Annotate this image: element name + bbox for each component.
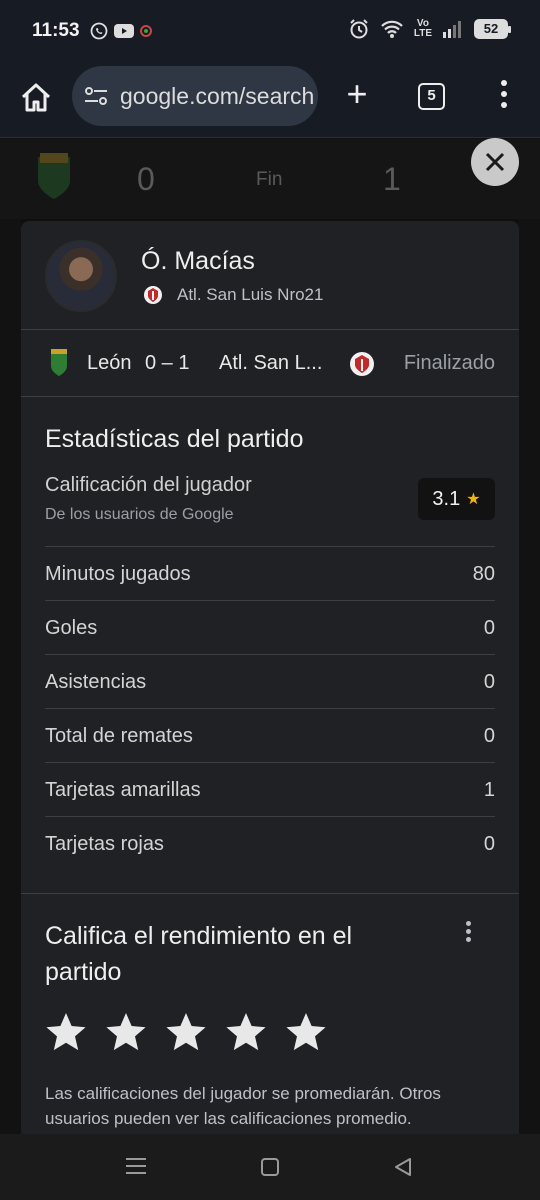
rate-more-options-button[interactable] xyxy=(461,921,475,945)
star-1-button[interactable] xyxy=(45,1011,87,1053)
stat-value: 0 xyxy=(483,617,495,639)
battery-icon: 52 xyxy=(474,19,511,39)
player-avatar xyxy=(45,240,117,312)
browser-toolbar: google.com/search + 5 xyxy=(0,64,540,138)
match-summary-row[interactable]: León 0 – 1 Atl. San L... Finalizado xyxy=(21,331,519,397)
stat-value: 1 xyxy=(483,779,495,801)
player-card: Ó. Macías Atl. San Luis Nro21 León 0 – 1… xyxy=(21,221,519,1134)
stat-row: Minutos jugados 80 xyxy=(45,546,495,600)
star-5-button[interactable] xyxy=(285,1011,327,1053)
url-text: google.com/search xyxy=(120,83,315,109)
browser-menu-button[interactable] xyxy=(494,80,514,114)
stat-row: Tarjetas amarillas 1 xyxy=(45,762,495,816)
stats-title: Estadísticas del partido xyxy=(45,425,304,453)
whatsapp-icon xyxy=(90,22,108,40)
youtube-icon xyxy=(114,24,134,38)
leon-crest-icon xyxy=(51,349,67,376)
stats-table: Minutos jugados 80 Goles 0 Asistencias 0… xyxy=(45,546,495,870)
alarm-icon xyxy=(350,19,368,39)
stat-label: Asistencias xyxy=(45,671,147,693)
backdrop-right xyxy=(519,219,540,1134)
close-icon xyxy=(485,152,505,172)
player-club: Atl. San Luis Nro21 xyxy=(177,285,324,304)
rating-label: Calificación del jugador xyxy=(45,474,252,496)
backdrop-left xyxy=(0,219,21,1134)
home-nav-button[interactable] xyxy=(261,1158,279,1176)
site-settings-icon[interactable] xyxy=(84,86,108,106)
away-team-name: Atl. San L... xyxy=(219,352,323,374)
scoreboard-away-score: 1 xyxy=(383,161,401,197)
scoreboard-status: Fin xyxy=(256,169,283,190)
rating-value: 3.1 xyxy=(432,487,461,510)
stat-label: Tarjetas rojas xyxy=(45,833,164,855)
stat-label: Tarjetas amarillas xyxy=(45,779,201,801)
section-divider xyxy=(21,893,519,894)
stat-row: Tarjetas rojas 0 xyxy=(45,816,495,870)
volte-indicator: Vo LTE xyxy=(413,18,432,39)
stat-row: Goles 0 xyxy=(45,600,495,654)
star-2-button[interactable] xyxy=(105,1011,147,1053)
stat-value: 0 xyxy=(483,671,495,693)
home-icon[interactable] xyxy=(18,80,54,116)
back-button[interactable] xyxy=(393,1156,413,1178)
san-luis-crest-icon xyxy=(144,286,162,304)
close-button[interactable] xyxy=(471,138,519,186)
rating-badge: 3.1 ★ xyxy=(418,478,495,520)
stat-label: Minutos jugados xyxy=(45,563,191,585)
stat-value: 0 xyxy=(483,725,495,747)
background-scoreboard: 0 Fin 1 xyxy=(0,139,540,219)
stat-label: Goles xyxy=(45,617,98,639)
star-3-button[interactable] xyxy=(165,1011,207,1053)
scoreboard-home-score: 0 xyxy=(137,161,155,197)
leon-crest-icon xyxy=(38,153,70,199)
signal-icon xyxy=(443,21,461,38)
home-team-name: León xyxy=(87,352,132,374)
stat-row: Total de remates 0 xyxy=(45,708,495,762)
rate-title: Califica el rendimiento en el partido xyxy=(45,922,353,986)
player-header: Ó. Macías Atl. San Luis Nro21 xyxy=(21,221,519,330)
system-nav-bar xyxy=(0,1134,540,1200)
rating-source: De los usuarios de Google xyxy=(45,506,234,523)
stat-value: 80 xyxy=(472,563,495,585)
tab-switcher-button[interactable]: 5 xyxy=(418,83,445,110)
san-luis-crest-icon xyxy=(350,352,374,376)
new-tab-button[interactable]: + xyxy=(340,76,374,113)
stat-label: Total de remates xyxy=(45,725,193,747)
app-notification-icon xyxy=(140,25,152,37)
address-bar[interactable]: google.com/search xyxy=(72,66,318,126)
status-time: 11:53 xyxy=(32,20,80,41)
recents-button[interactable] xyxy=(126,1158,146,1176)
rating-note: Las calificaciones del jugador se promed… xyxy=(45,1084,441,1128)
match-status: Finalizado xyxy=(403,352,495,374)
stat-row: Asistencias 0 xyxy=(45,654,495,708)
rating-stars xyxy=(45,1011,327,1053)
wifi-icon xyxy=(381,20,403,38)
status-bar: 11:53 Vo LTE 52 xyxy=(0,0,540,64)
player-name: Ó. Macías xyxy=(141,247,255,275)
match-score: 0 – 1 xyxy=(145,352,190,374)
notification-icons xyxy=(90,22,152,40)
system-icons: Vo LTE 52 xyxy=(348,18,511,40)
stat-value: 0 xyxy=(483,833,495,855)
star-icon: ★ xyxy=(466,491,481,508)
star-4-button[interactable] xyxy=(225,1011,267,1053)
